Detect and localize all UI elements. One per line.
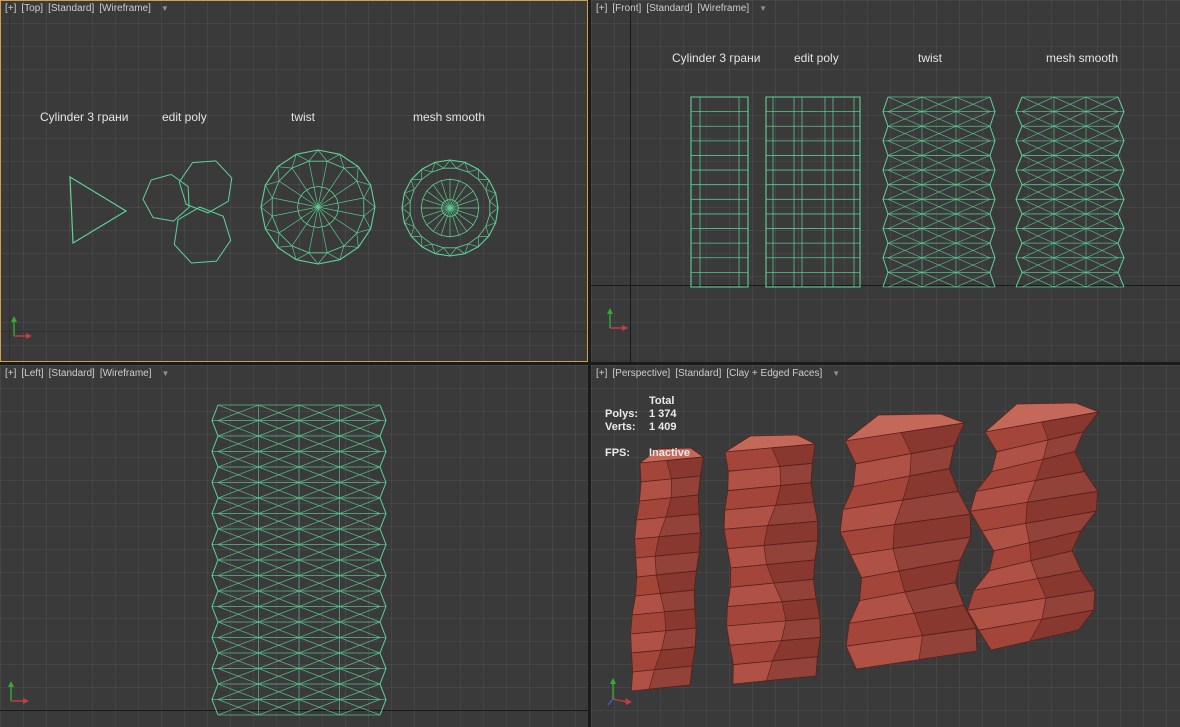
viewport-general-menu[interactable]: [+] <box>596 3 607 14</box>
stats-polys-label: Polys: <box>605 408 649 421</box>
scene-label-cylinder: Cylinder 3 грани <box>672 51 760 65</box>
viewport-general-menu[interactable]: [+] <box>5 368 16 379</box>
scene-left-svg <box>0 365 588 727</box>
viewport-menu-arrow-icon[interactable]: ▼ <box>832 369 840 378</box>
viewport-standard-menu[interactable]: [Standard] <box>646 3 692 14</box>
viewport-top-label: [+] [Top] [Standard] [Wireframe] ▼ <box>5 3 169 14</box>
viewport-front[interactable]: [+] [Front] [Standard] [Wireframe] ▼ Cyl… <box>591 0 1180 362</box>
axis-tripod-icon <box>5 679 31 707</box>
viewport-menu-arrow-icon[interactable]: ▼ <box>759 4 767 13</box>
viewport-standard-menu[interactable]: [Standard] <box>49 368 95 379</box>
viewport-general-menu[interactable]: [+] <box>5 3 16 14</box>
viewport-menu-arrow-icon[interactable]: ▼ <box>161 4 169 13</box>
stats-total-row: Total <box>605 395 690 408</box>
stats-fps-label: FPS: <box>605 447 649 460</box>
viewport-statistics: Total Polys: 1 374 Verts: 1 409 FPS: Ina… <box>605 395 690 460</box>
scene-top-svg <box>0 0 588 362</box>
viewport-top[interactable]: [+] [Top] [Standard] [Wireframe] ▼ Cylin… <box>0 0 588 362</box>
viewport-perspective-label: [+] [Perspective] [Standard] [Clay + Edg… <box>596 368 840 379</box>
scene-label-meshsmooth: mesh smooth <box>1046 51 1118 65</box>
stats-spacer <box>605 395 649 408</box>
viewport-perspective[interactable]: [+] [Perspective] [Standard] [Clay + Edg… <box>591 365 1180 727</box>
axis-tripod-icon <box>604 306 630 334</box>
viewport-left-label: [+] [Left] [Standard] [Wireframe] ▼ <box>5 368 169 379</box>
stats-verts-label: Verts: <box>605 421 649 434</box>
viewport-menu-arrow-icon[interactable]: ▼ <box>161 369 169 378</box>
viewport-front-label: [+] [Front] [Standard] [Wireframe] ▼ <box>596 3 767 14</box>
viewport-shading-menu[interactable]: [Wireframe] <box>99 3 151 14</box>
viewport-pov-menu[interactable]: [Perspective] <box>612 368 670 379</box>
stats-verts-value: 1 409 <box>649 421 677 434</box>
scene-label-twist: twist <box>291 110 315 124</box>
scene-label-cylinder: Cylinder 3 грани <box>40 110 128 124</box>
scene-label-editpoly: edit poly <box>162 110 207 124</box>
stats-verts-row: Verts: 1 409 <box>605 421 690 434</box>
stats-fps-row: FPS: Inactive <box>605 447 690 460</box>
viewport-left[interactable]: [+] [Left] [Standard] [Wireframe] ▼ <box>0 365 588 727</box>
scene-label-twist: twist <box>918 51 942 65</box>
viewport-shading-menu[interactable]: [Clay + Edged Faces] <box>726 368 822 379</box>
viewport-pov-menu[interactable]: [Front] <box>612 3 641 14</box>
axis-tripod-icon <box>605 677 635 707</box>
viewport-shading-menu[interactable]: [Wireframe] <box>697 3 749 14</box>
viewport-pov-menu[interactable]: [Left] <box>21 368 43 379</box>
max-viewport-screen: { "viewports": [ {"name":"top","menus":[… <box>0 0 1180 727</box>
viewport-standard-menu[interactable]: [Standard] <box>48 3 94 14</box>
stats-polys-row: Polys: 1 374 <box>605 408 690 421</box>
stats-polys-value: 1 374 <box>649 408 677 421</box>
viewport-pov-menu[interactable]: [Top] <box>21 3 43 14</box>
axis-tripod-icon <box>8 314 34 342</box>
viewport-general-menu[interactable]: [+] <box>596 368 607 379</box>
stats-total-label: Total <box>649 395 674 408</box>
viewport-standard-menu[interactable]: [Standard] <box>675 368 721 379</box>
viewport-shading-menu[interactable]: [Wireframe] <box>100 368 152 379</box>
stats-fps-value: Inactive <box>649 447 690 460</box>
scene-label-editpoly: edit poly <box>794 51 839 65</box>
scene-label-meshsmooth: mesh smooth <box>413 110 485 124</box>
